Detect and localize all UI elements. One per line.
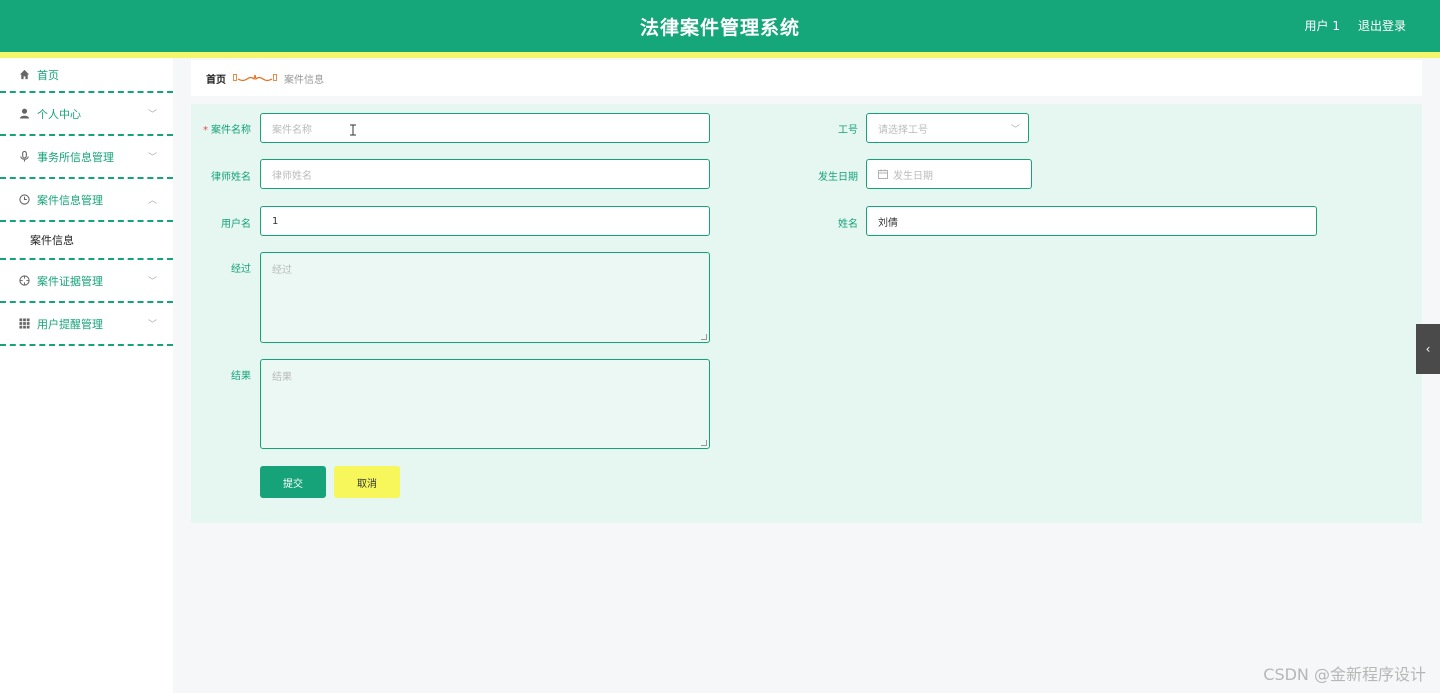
date-label: 发生日期: [818, 172, 858, 183]
sidebar-item-label: 案件证据管理: [37, 274, 103, 288]
chevron-down-icon: ﹀: [147, 320, 157, 330]
mic-icon: [18, 151, 30, 163]
sidebar-item-label: 个人中心: [37, 107, 81, 121]
sidebar-item-label: 首页: [37, 68, 59, 82]
current-user[interactable]: 用户 1: [1305, 17, 1340, 34]
clock-icon: [18, 194, 30, 206]
breadcrumb-separator-icon: [233, 73, 277, 83]
sidebar-item-home[interactable]: 首页: [0, 58, 173, 93]
sidebar-item-label: 用户提醒管理: [37, 317, 103, 331]
lawyer-name-input[interactable]: 律师姓名: [260, 159, 710, 189]
sidebar-item-profile[interactable]: 个人中心 ﹀: [0, 93, 173, 136]
process-placeholder: 经过: [272, 265, 292, 276]
chevron-down-icon: ﹀: [1010, 125, 1020, 135]
chevron-up-icon: ︿: [147, 196, 157, 206]
username-input[interactable]: 1: [260, 206, 710, 236]
sidebar-item-reminders[interactable]: 用户提醒管理 ﹀: [0, 303, 173, 346]
job-no-label: 工号: [838, 125, 858, 136]
submit-button[interactable]: 提交: [260, 466, 326, 498]
chevron-down-icon: ﹀: [147, 153, 157, 163]
top-bar: 法律案件管理系统 用户 1 退出登录: [0, 0, 1440, 52]
chevron-down-icon: ﹀: [147, 110, 157, 120]
result-textarea[interactable]: 结果: [260, 359, 710, 449]
calendar-icon: [878, 169, 888, 179]
breadcrumb: 首页 案件信息: [191, 60, 1422, 96]
user-icon: [18, 108, 30, 120]
logout-link[interactable]: 退出登录: [1358, 17, 1406, 34]
process-textarea[interactable]: 经过: [260, 252, 710, 343]
header-accent-strip: [0, 52, 1440, 58]
breadcrumb-current: 案件信息: [284, 74, 324, 86]
case-name-label: * 案件名称: [203, 125, 251, 136]
app-title: 法律案件管理系统: [639, 17, 800, 39]
sidebar: 首页 个人中心 ﹀ 事务所信息管理 ﹀ 案件信息管理 ︿ 案件信息 案件证据管理…: [0, 58, 173, 693]
name-input[interactable]: 刘倩: [866, 206, 1317, 236]
home-icon: [18, 69, 30, 81]
case-name-input[interactable]: 案件名称: [260, 113, 710, 143]
date-picker[interactable]: 发生日期: [866, 159, 1032, 189]
chevron-down-icon: ﹀: [147, 277, 157, 287]
result-label: 结果: [231, 371, 251, 382]
sidebar-item-label: 案件信息管理: [37, 193, 103, 207]
sidebar-item-label: 事务所信息管理: [37, 150, 114, 164]
case-form: * 案件名称 案件名称 工号 请选择工号 ﹀ 律师姓名 律师姓名 发生日期 发生日…: [191, 104, 1422, 523]
resize-handle-icon[interactable]: [701, 440, 707, 446]
lawyer-name-label: 律师姓名: [211, 172, 251, 183]
grid-icon: [18, 318, 30, 330]
date-placeholder: 发生日期: [893, 170, 933, 182]
crosshair-icon: [18, 275, 30, 287]
process-label: 经过: [231, 264, 251, 275]
name-label: 姓名: [838, 219, 858, 230]
cancel-button[interactable]: 取消: [334, 466, 400, 498]
resize-handle-icon[interactable]: [701, 334, 707, 340]
result-placeholder: 结果: [272, 372, 292, 383]
sidebar-item-case-info[interactable]: 案件信息管理 ︿: [0, 179, 173, 222]
job-no-placeholder: 请选择工号: [878, 124, 928, 136]
sidebar-item-evidence[interactable]: 案件证据管理 ﹀: [0, 260, 173, 303]
job-no-select[interactable]: 请选择工号 ﹀: [866, 113, 1029, 143]
sidebar-subitem-case-info[interactable]: 案件信息: [0, 222, 173, 260]
watermark: CSDN @金新程序设计: [1263, 665, 1426, 684]
sidebar-item-firm-info[interactable]: 事务所信息管理 ﹀: [0, 136, 173, 179]
chevron-left-icon[interactable]: ‹: [1416, 324, 1440, 374]
breadcrumb-home[interactable]: 首页: [206, 71, 226, 86]
text-cursor-icon: [350, 124, 356, 136]
username-label: 用户名: [221, 219, 251, 230]
